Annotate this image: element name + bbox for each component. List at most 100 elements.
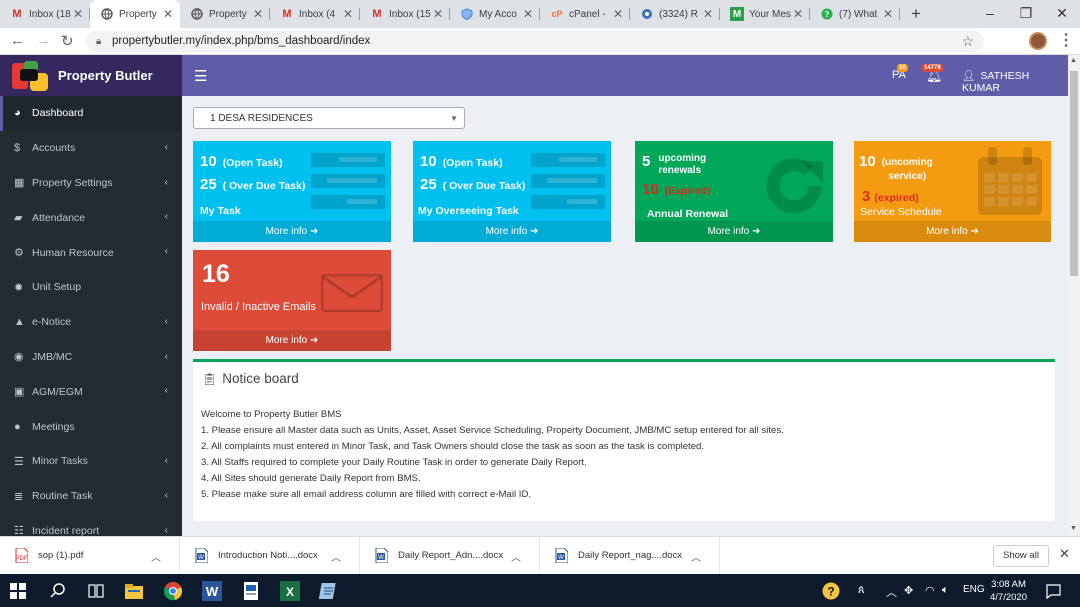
url-field[interactable]: 🔒︎ propertybutler.my/index.php/bms_dashb… bbox=[86, 31, 984, 52]
upcoming-renewals-label: upcoming renewals bbox=[658, 153, 706, 177]
sidebar-item-unit-setup[interactable]: ✹ Unit Setup bbox=[0, 270, 182, 305]
close-tab-icon[interactable]: ✕ bbox=[882, 7, 894, 21]
scrollbar-thumb[interactable] bbox=[1070, 71, 1078, 276]
hamburger-menu-icon[interactable]: ☰ bbox=[194, 67, 207, 85]
sidebar-item-jmb-mc[interactable]: ◉ JMB/MC ‹ bbox=[0, 340, 182, 375]
help-icon[interactable]: ? bbox=[822, 582, 840, 600]
new-tab-button[interactable]: + bbox=[904, 4, 928, 24]
sidebar-item-minor-tasks[interactable]: ☰ Minor Tasks ‹ bbox=[0, 444, 182, 479]
profile-avatar[interactable] bbox=[1029, 32, 1047, 50]
show-all-downloads-button[interactable]: Show all bbox=[993, 545, 1049, 567]
upcoming-renewals-count: 5 bbox=[642, 153, 651, 170]
chevron-up-icon[interactable]: ︿ bbox=[151, 549, 161, 564]
sidebar-item-human-resource[interactable]: ⚙ Human Resource ‹ bbox=[0, 235, 182, 270]
excel-app-icon[interactable]: X bbox=[280, 581, 300, 601]
open-task-count: 10 bbox=[200, 153, 217, 170]
close-tab-icon[interactable]: ✕ bbox=[252, 7, 264, 21]
back-arrow-icon[interactable]: ← bbox=[10, 32, 25, 49]
bookmark-star-icon[interactable]: ☆ bbox=[961, 31, 974, 52]
browser-tab[interactable]: M Inbox (18 ✕ bbox=[0, 0, 90, 28]
sidebar-item-routine-task[interactable]: ≣ Routine Task ‹ bbox=[0, 479, 182, 514]
file-explorer-icon[interactable] bbox=[124, 581, 144, 601]
whatsapp-icon: ? bbox=[820, 7, 834, 21]
arrow-circle-right-icon: ➜ bbox=[310, 226, 319, 237]
notifications-icon[interactable] bbox=[1046, 584, 1061, 599]
close-tab-icon[interactable]: ✕ bbox=[612, 7, 624, 21]
dropbox-icon[interactable]: ✥ bbox=[904, 584, 913, 597]
download-item[interactable]: W Daily Report_nag....docx ︿ bbox=[540, 536, 720, 575]
close-downloads-icon[interactable]: ✕ bbox=[1059, 546, 1070, 562]
close-tab-icon[interactable]: ✕ bbox=[342, 7, 354, 21]
browser-tab-active[interactable]: Property ✕ bbox=[90, 0, 180, 28]
people-icon[interactable]: ጰ bbox=[858, 584, 865, 597]
sidebar-item-incident-report[interactable]: ☷ Incident report ‹ bbox=[0, 514, 182, 536]
sidebar-item-dashboard[interactable]: ◕ Dashboard bbox=[0, 96, 182, 131]
close-tab-icon[interactable]: ✕ bbox=[432, 7, 444, 21]
upcoming-service-label-2: service) bbox=[888, 171, 927, 182]
browser-tab[interactable]: Property ✕ bbox=[180, 0, 270, 28]
word-app-icon[interactable]: W bbox=[202, 581, 222, 601]
chevron-up-icon[interactable]: ︿ bbox=[331, 549, 341, 564]
sidebar-item-e-notice[interactable]: ▲ e-Notice ‹ bbox=[0, 305, 182, 340]
browser-menu-icon[interactable]: ⋮ bbox=[1058, 30, 1074, 50]
property-select-value: 1 DESA RESIDENCES bbox=[210, 113, 313, 124]
more-info-link[interactable]: More info ➜ bbox=[635, 221, 833, 242]
volume-icon[interactable]: 🔈︎ bbox=[942, 584, 949, 597]
notepad-app-icon[interactable] bbox=[319, 581, 339, 601]
chevron-up-icon[interactable]: ︿ bbox=[691, 549, 701, 564]
minimize-icon[interactable]: – bbox=[972, 0, 1008, 28]
pa-badge: 16 bbox=[897, 64, 908, 72]
scroll-up-arrow-icon[interactable]: ▲ bbox=[1070, 57, 1077, 64]
sidebar-item-property-settings[interactable]: ▦ Property Settings ‹ bbox=[0, 166, 182, 201]
more-info-link[interactable]: More info ➜ bbox=[854, 221, 1051, 242]
sidebar-item-accounts[interactable]: $ Accounts ‹ bbox=[0, 131, 182, 166]
search-icon[interactable] bbox=[50, 583, 66, 599]
sidebar-item-agm-egm[interactable]: ▣ AGM/EGM ‹ bbox=[0, 374, 182, 409]
clock-date: 4/7/2020 bbox=[990, 592, 1027, 603]
close-tab-icon[interactable]: ✕ bbox=[162, 7, 174, 21]
svg-text:W: W bbox=[206, 584, 219, 599]
close-tab-icon[interactable]: ✕ bbox=[72, 7, 84, 21]
system-clock[interactable]: 3:08 AM 4/7/2020 bbox=[990, 578, 1027, 604]
property-select[interactable]: 1 DESA RESIDENCES ▼ bbox=[193, 107, 465, 129]
show-hidden-icons-chevron-icon[interactable]: ︿ bbox=[886, 584, 897, 600]
chevron-left-icon: ‹ bbox=[164, 489, 168, 501]
close-tab-icon[interactable]: ✕ bbox=[522, 7, 534, 21]
more-info-link[interactable]: More info ➜ bbox=[193, 330, 391, 351]
close-tab-icon[interactable]: ✕ bbox=[792, 7, 804, 21]
browser-tab[interactable]: M Inbox (4 ✕ bbox=[270, 0, 360, 28]
browser-tab[interactable]: M Your Mes ✕ bbox=[720, 0, 810, 28]
svg-text:W: W bbox=[558, 555, 564, 561]
more-info-link[interactable]: More info ➜ bbox=[193, 221, 391, 242]
browser-tab[interactable]: My Acco ✕ bbox=[450, 0, 540, 28]
browser-tab[interactable]: M Inbox (15 ✕ bbox=[360, 0, 450, 28]
scroll-down-arrow-icon[interactable]: ▼ bbox=[1070, 525, 1077, 532]
sidebar-item-attendance[interactable]: ▰ Attendance ‹ bbox=[0, 200, 182, 235]
chevron-up-icon[interactable]: ︿ bbox=[511, 549, 521, 564]
sidebar-item-meetings[interactable]: ● Meetings bbox=[0, 409, 182, 444]
download-item[interactable]: W Daily Report_Adn....docx ︿ bbox=[360, 536, 540, 575]
download-item[interactable]: PDF sop (1).pdf ︿ bbox=[0, 536, 180, 575]
browser-tab[interactable]: (3324) R ✕ bbox=[630, 0, 720, 28]
restore-icon[interactable]: ❐ bbox=[1008, 0, 1044, 28]
forward-arrow-icon[interactable]: → bbox=[36, 32, 51, 49]
browser-tab[interactable]: ? (7) What ✕ bbox=[810, 0, 900, 28]
more-info-link[interactable]: More info ➜ bbox=[413, 221, 611, 242]
user-menu[interactable]: 👤︎ SATHESH KUMAR bbox=[962, 69, 1068, 94]
close-tab-icon[interactable]: ✕ bbox=[702, 7, 714, 21]
sidebar-item-label: Minor Tasks bbox=[32, 455, 88, 468]
top-navbar: ☰ PA 16 🔔︎ 14778 👤︎ SATHESH KUMAR bbox=[182, 55, 1068, 96]
task-view-icon[interactable] bbox=[88, 583, 104, 599]
browser-tab[interactable]: cP cPanel - ✕ bbox=[540, 0, 630, 28]
close-window-icon[interactable]: ✕ bbox=[1044, 0, 1080, 28]
download-item[interactable]: W Introduction Noti....docx ︿ bbox=[180, 536, 360, 575]
chrome-icon[interactable] bbox=[163, 581, 183, 601]
app-logo[interactable]: Property Butler bbox=[0, 55, 182, 96]
windows-start-icon[interactable] bbox=[10, 583, 26, 599]
reload-icon[interactable]: ↻ bbox=[61, 32, 74, 50]
wifi-icon[interactable]: ◠ bbox=[925, 584, 935, 597]
document-app-icon[interactable] bbox=[241, 581, 261, 601]
language-indicator[interactable]: ENG bbox=[963, 584, 985, 595]
page-scrollbar[interactable]: ▲ ▼ bbox=[1068, 55, 1080, 536]
word-doc-icon: W bbox=[195, 548, 208, 563]
